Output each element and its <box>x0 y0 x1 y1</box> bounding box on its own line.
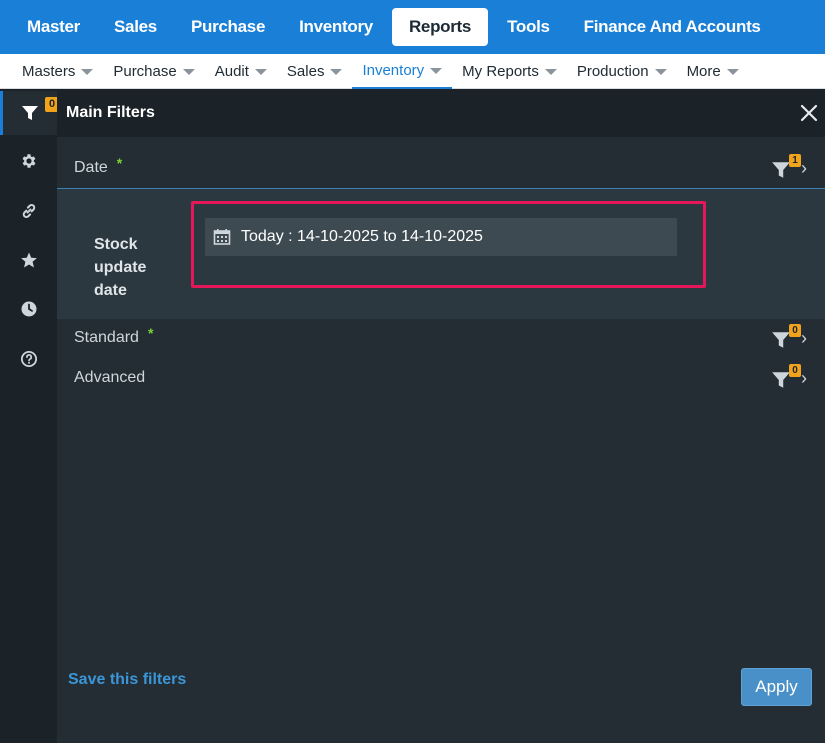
side-rail: 0 <box>0 89 59 743</box>
date-range-input[interactable]: Today : 14-10-2025 to 14-10-2025 <box>205 218 677 256</box>
panel-header: Main Filters <box>57 89 825 137</box>
chevron-down-icon <box>544 69 557 75</box>
gear-icon <box>22 154 35 168</box>
section-label: Standard <box>74 329 139 346</box>
subnav-purchase[interactable]: Purchase <box>103 54 204 89</box>
subnav-more[interactable]: More <box>677 54 749 89</box>
topnav-inventory[interactable]: Inventory <box>282 8 390 46</box>
rail-filters[interactable]: 0 <box>0 91 59 135</box>
filter-icon <box>772 161 790 178</box>
filter-icon-wrap: 1 <box>771 153 801 178</box>
section-label: Date <box>74 159 108 176</box>
filter-icon <box>772 331 790 348</box>
filter-icon-wrap: 0 <box>771 363 801 388</box>
subnav-label: More <box>686 62 721 80</box>
subnav-label: Purchase <box>113 62 177 80</box>
calendar-icon <box>213 229 231 245</box>
stock-update-date-label: Stock update date <box>94 236 147 299</box>
section-filter-indicator: 0 › <box>771 363 807 389</box>
chevron-down-icon <box>654 69 667 75</box>
section-date[interactable]: Date * 1 › <box>57 150 825 186</box>
subnav-my-reports[interactable]: My Reports <box>452 54 567 89</box>
rail-settings[interactable] <box>0 139 57 183</box>
date-section-body: Stock update date Today : 14-10-2025 to … <box>57 188 825 319</box>
rail-history[interactable] <box>0 287 57 331</box>
help-icon <box>20 350 37 368</box>
topnav-master[interactable]: Master <box>10 8 97 46</box>
chevron-right-icon: › <box>801 158 807 178</box>
subnav-audit[interactable]: Audit <box>205 54 277 89</box>
panel-title: Main Filters <box>66 104 155 121</box>
subnav-inventory[interactable]: Inventory <box>352 54 453 89</box>
close-icon[interactable] <box>799 103 819 123</box>
filter-count-badge: 1 <box>789 153 801 167</box>
apply-button[interactable]: Apply <box>741 668 812 706</box>
filter-icon <box>22 106 38 120</box>
topnav-tools[interactable]: Tools <box>490 8 567 46</box>
filter-count-badge: 0 <box>789 363 801 377</box>
topnav-sales[interactable]: Sales <box>97 8 174 46</box>
subnav-label: Sales <box>286 62 325 80</box>
section-filter-indicator: 0 › <box>771 323 807 349</box>
chevron-down-icon <box>430 68 443 74</box>
required-marker: * <box>147 325 154 341</box>
subnav-masters[interactable]: Masters <box>12 54 103 89</box>
subnav-label: Audit <box>214 62 249 80</box>
section-label: Advanced <box>74 369 146 386</box>
rail-links[interactable] <box>0 189 57 233</box>
section-filter-indicator: 1 › <box>771 153 807 179</box>
section-advanced[interactable]: Advanced 0 › <box>57 360 825 396</box>
star-icon <box>20 252 37 268</box>
subnav-production[interactable]: Production <box>567 54 677 89</box>
sub-nav: Masters Purchase Audit Sales Inventory M… <box>0 54 825 89</box>
topnav-reports[interactable]: Reports <box>391 8 489 46</box>
chevron-right-icon: › <box>801 368 807 388</box>
subnav-label: Inventory <box>362 61 425 79</box>
subnav-label: Production <box>576 62 649 80</box>
subnav-sales[interactable]: Sales <box>277 54 353 89</box>
section-standard[interactable]: Standard * 0 › <box>57 320 825 356</box>
filter-icon <box>772 371 790 388</box>
link-icon <box>22 204 35 218</box>
required-marker: * <box>116 155 123 171</box>
rail-help[interactable] <box>0 337 57 381</box>
date-range-value: Today : 14-10-2025 to 14-10-2025 <box>241 228 483 245</box>
chevron-down-icon <box>182 69 195 75</box>
topnav-purchase[interactable]: Purchase <box>174 8 282 46</box>
save-filters-link[interactable]: Save this filters <box>68 671 186 689</box>
filter-icon-wrap: 0 <box>771 323 801 348</box>
clock-icon <box>21 301 36 317</box>
topnav-finance-and-accounts[interactable]: Finance And Accounts <box>567 8 778 46</box>
rail-favorites[interactable] <box>0 238 57 282</box>
subnav-label: Masters <box>22 62 76 80</box>
chevron-down-icon <box>726 69 739 75</box>
main-filters-panel: Main Filters Date * 1 › Stock update dat… <box>57 89 825 743</box>
chevron-right-icon: › <box>801 328 807 348</box>
chevron-down-icon <box>330 69 343 75</box>
chevron-down-icon <box>254 69 267 75</box>
chevron-down-icon <box>81 69 94 75</box>
filter-count-badge: 0 <box>789 323 801 337</box>
top-nav: Master Sales Purchase Inventory Reports … <box>0 0 825 54</box>
subnav-label: My Reports <box>462 62 539 80</box>
